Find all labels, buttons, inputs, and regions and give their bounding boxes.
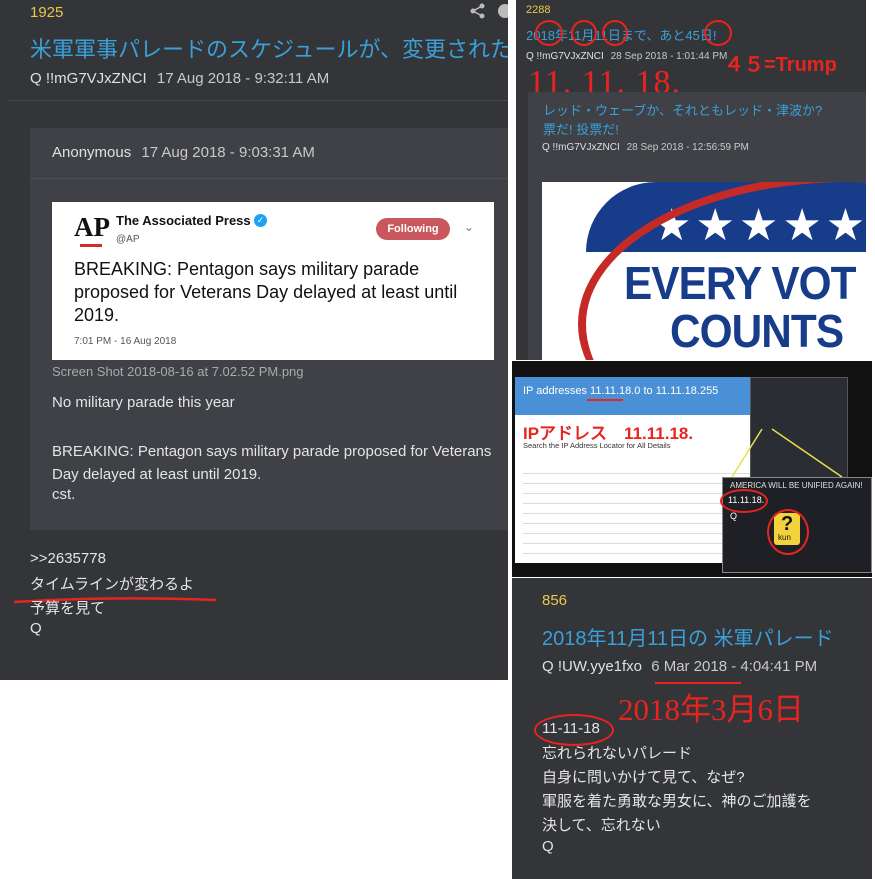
bottom-right-post-panel: 856 2018年11月11日の 米軍パレード Q !UW.yye1fxo 6 … xyxy=(512,578,872,879)
post-line-5: 決して、忘れない xyxy=(542,817,661,834)
chevron-down-icon[interactable]: ⌄ xyxy=(464,220,474,234)
ap-logo: AP xyxy=(74,212,110,242)
share-icon[interactable] xyxy=(470,3,486,19)
circle-annotation xyxy=(571,20,597,46)
circle-annotation xyxy=(535,20,563,46)
reply-line-2: 予算を見て xyxy=(30,600,106,617)
post-signature: Q xyxy=(542,838,554,855)
quoted-body-2: BREAKING: Pentagon says military parade … xyxy=(52,443,492,483)
post-timestamp: 6 Mar 2018 - 4:04:41 PM xyxy=(651,658,818,675)
tweet-handle: @AP xyxy=(116,234,140,245)
ap-logo-bar xyxy=(80,244,102,247)
sub-author: Q !!mG7VJxZNCI xyxy=(542,142,620,153)
post-author: Q !!mG7VJxZNCI xyxy=(30,70,147,87)
ip-screenshot-panel: IP addresses 11.11.18.0 to 11.11.18.255 … xyxy=(512,361,872,577)
post-header: Q !!mG7VJxZNCI 28 Sep 2018 - 1:01:44 PM xyxy=(526,51,727,62)
post-timestamp: 28 Sep 2018 - 1:01:44 PM xyxy=(610,51,728,62)
attachment-filename[interactable]: Screen Shot 2018-08-16 at 7.02.52 PM.png xyxy=(52,364,304,379)
post-number[interactable]: 1925 xyxy=(30,4,63,21)
quoted-post: Anonymous 17 Aug 2018 - 9:03:31 AM AP Th… xyxy=(30,128,508,530)
circle-annotation xyxy=(602,20,628,46)
circle-annotation xyxy=(704,20,732,46)
quoted-author: Anonymous xyxy=(52,144,132,161)
quoted-header: Anonymous 17 Aug 2018 - 9:03:31 AM xyxy=(52,144,315,161)
tweet-text: BREAKING: Pentagon says military parade … xyxy=(74,259,458,325)
tweet-account-name: The Associated Press xyxy=(116,213,251,228)
verified-icon: ✓ xyxy=(254,214,267,227)
sub-title-1: レッド・ウェーブか、それともレッド・津波か? xyxy=(543,103,823,118)
quoted-post: レッド・ウェーブか、それともレッド・津波か? 票だ! 投票だ! Q !!mG7V… xyxy=(528,92,866,360)
sub-timestamp: 28 Sep 2018 - 12:56:59 PM xyxy=(626,142,749,153)
date-annotation: 2018年3月6日 xyxy=(618,692,804,727)
post-number[interactable]: 856 xyxy=(542,592,567,609)
quoted-divider xyxy=(30,178,508,179)
ip-heading: IP addresses 11.11.18.0 to 11.11.18.255 xyxy=(523,385,719,397)
quoted-timestamp: 17 Aug 2018 - 9:03:31 AM xyxy=(141,144,315,161)
trump-annotation: ４５=Trump xyxy=(724,54,837,76)
post-author: Q !UW.yye1fxo xyxy=(542,658,643,675)
post-title: 米軍軍事パレードのスケジュールが、変更された xyxy=(30,37,508,62)
ip-q-letter: Q xyxy=(730,511,738,521)
post-title: 2018年11月11日の 米軍パレード xyxy=(542,628,834,650)
post-number[interactable]: 2288 xyxy=(526,4,550,16)
circle-annotation xyxy=(720,489,768,513)
post-header: Q !UW.yye1fxo 6 Mar 2018 - 4:04:41 PM xyxy=(542,658,817,675)
tweet-time: 7:01 PM - 16 Aug 2018 xyxy=(74,336,177,347)
red-underline-annotation xyxy=(587,399,623,401)
top-right-post-panel: 2288 2018年11月11日まで、あと45日! Q !!mG7VJxZNCI… xyxy=(516,0,866,360)
tweet-card[interactable]: AP The Associated Press ✓ @AP Following … xyxy=(52,202,494,360)
ip-sub-heading: Search the IP Address Locator for All De… xyxy=(523,441,671,450)
sub-header: Q !!mG7VJxZNCI 28 Sep 2018 - 12:56:59 PM xyxy=(542,142,749,153)
reply-line-1: タイムラインが変わるよ xyxy=(30,576,194,593)
post-header: Q !!mG7VJxZNCI 17 Aug 2018 - 9:32:11 AM xyxy=(30,70,329,87)
circle-annotation xyxy=(767,509,809,555)
quoted-body-1: No military parade this year xyxy=(52,394,235,411)
post-author: Q !!mG7VJxZNCI xyxy=(526,51,604,62)
vote-button-image[interactable]: ★★★★★ EVERY VOT COUNTS xyxy=(542,182,866,360)
post-timestamp: 17 Aug 2018 - 9:32:11 AM xyxy=(156,70,330,87)
left-post-panel: 1925 米軍軍事パレードのスケジュールが、変更された Q !!mG7VJxZN… xyxy=(0,0,508,680)
sub-title-2: 票だ! 投票だ! xyxy=(543,122,619,137)
post-line-2: 忘れられないパレード xyxy=(542,745,693,762)
follow-button[interactable]: Following xyxy=(376,218,450,240)
divider xyxy=(8,100,508,101)
reply-link[interactable]: >>2635778 xyxy=(30,550,106,567)
link-icon[interactable] xyxy=(498,4,508,18)
post-line-4: 軍服を着た勇敢な男女に、神のご加護を xyxy=(542,793,812,810)
button-text-2: COUNTS xyxy=(670,305,844,357)
reply-signature: Q xyxy=(30,620,42,637)
post-line-3: 自身に問いかけて見て、なぜ? xyxy=(542,769,745,786)
button-text-1: EVERY VOT xyxy=(624,257,857,309)
quoted-body-3: cst. xyxy=(52,486,76,503)
